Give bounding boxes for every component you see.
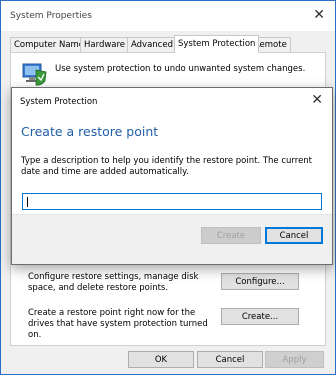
dialog-heading: Create a restore point [21,124,159,139]
dialog-body: Create a restore point Type a descriptio… [12,114,332,214]
dialog-create-button: Create [201,227,261,244]
tab-hardware[interactable]: Hardware [80,37,130,52]
create-restore-point-button[interactable]: Create... [221,308,299,325]
close-icon[interactable]: ✕ [313,7,325,23]
configure-button[interactable]: Configure... [221,273,299,290]
window-title: System Properties [10,11,92,21]
dialog-title-bar: System Protection ✕ [12,88,332,114]
configure-description: Configure restore settings, manage disk … [28,272,199,293]
dialog-footer: Create Cancel [12,214,332,265]
title-bar: System Properties ✕ [1,1,335,31]
intro-text: Use system protection to undo unwanted s… [55,64,306,74]
create-description: Create a restore point right now for the… [28,308,208,340]
dialog-cancel-button[interactable]: Cancel [265,227,323,244]
dialog-close-icon[interactable]: ✕ [311,92,323,108]
create-restore-point-dialog: System Protection ✕ Create a restore poi… [11,87,333,265]
dialog-description: Type a description to help you identify … [21,156,313,177]
dialog-title: System Protection [20,97,98,107]
restore-point-description-input[interactable] [22,193,322,210]
apply-button: Apply [265,351,324,368]
cancel-button[interactable]: Cancel [197,351,263,368]
text-caret [27,197,28,207]
system-protection-icon [20,61,48,87]
tab-advanced[interactable]: Advanced [127,37,177,52]
ok-button[interactable]: OK [128,351,194,368]
tab-computer-name[interactable]: Computer Name [10,37,89,52]
tab-system-protection[interactable]: System Protection [174,35,260,53]
